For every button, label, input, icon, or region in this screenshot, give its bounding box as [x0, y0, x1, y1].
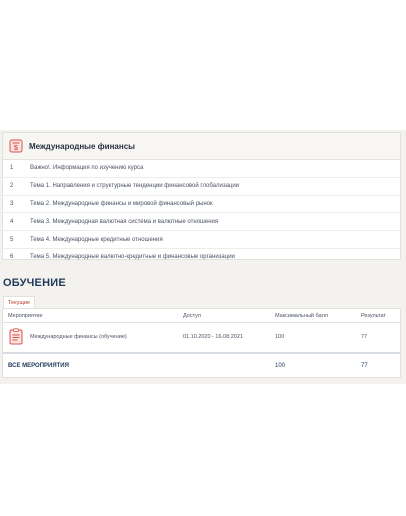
- column-header-access: Доступ: [183, 313, 201, 319]
- topic-item[interactable]: 2 Тема 1. Направления и структурные тенд…: [3, 178, 400, 196]
- svg-text:$: $: [14, 145, 18, 152]
- topic-number: 3: [10, 200, 14, 207]
- topic-link[interactable]: Тема 4. Международные кредитные отношени…: [24, 237, 163, 243]
- topic-link[interactable]: Тема 1. Направления и структурные тенден…: [24, 183, 239, 189]
- content-frame: $ Международные финансы 1 Важно!. Информ…: [0, 130, 406, 384]
- topic-item[interactable]: 3 Тема 2. Международные финансы и мирово…: [3, 196, 400, 214]
- course-title: Международные финансы: [29, 141, 135, 151]
- topic-link[interactable]: Тема 2. Международные финансы и мировой …: [24, 201, 213, 207]
- total-result: 77: [361, 363, 368, 369]
- total-label: ВСЕ МЕРОПРИЯТИЯ: [8, 363, 69, 369]
- course-card: $ Международные финансы 1 Важно!. Информ…: [2, 132, 401, 260]
- topic-item[interactable]: 4 Тема 3. Международная валютная система…: [3, 213, 400, 232]
- events-table: Мероприятие Доступ Максимальный балл Рез…: [2, 308, 401, 378]
- column-header-result: Результат: [361, 313, 387, 319]
- topic-link[interactable]: Тема 3. Международная валютная система и…: [24, 219, 218, 225]
- table-row[interactable]: Международные финансы (обучение) 01.10.2…: [3, 322, 400, 354]
- topic-item[interactable]: 6 Тема 5. Международные валютно-кредитны…: [3, 249, 400, 266]
- topic-item[interactable]: 5 Тема 4. Международные кредитные отноше…: [3, 231, 400, 249]
- course-header[interactable]: $ Международные финансы: [3, 133, 400, 160]
- clipboard-icon: [9, 328, 23, 345]
- column-header-max-score: Максимальный балл: [275, 313, 328, 319]
- result-value: 77: [361, 334, 368, 340]
- topic-link[interactable]: Важно!. Информация по изучению курса: [24, 165, 143, 171]
- topic-number: 5: [10, 236, 14, 243]
- topic-number: 2: [10, 183, 14, 190]
- topic-number: 6: [10, 254, 14, 261]
- table-total-row: ВСЕ МЕРОПРИЯТИЯ 100 77: [3, 354, 400, 378]
- topic-number: 1: [10, 165, 14, 172]
- topic-item[interactable]: 1 Важно!. Информация по изучению курса: [3, 160, 400, 178]
- dollar-document-icon: $: [9, 139, 23, 153]
- table-header: Мероприятие Доступ Максимальный балл Рез…: [3, 309, 400, 323]
- event-link[interactable]: Международные финансы (обучение): [30, 334, 127, 340]
- max-score-value: 100: [275, 334, 285, 340]
- topic-link[interactable]: Тема 5. Международные валютно-кредитные …: [24, 254, 235, 260]
- total-max-score: 100: [275, 363, 286, 369]
- section-title: ОБУЧЕНИЕ: [3, 277, 66, 289]
- topic-list: 1 Важно!. Информация по изучению курса 2…: [3, 160, 400, 266]
- access-period: 01.10.2020 - 16.08.2021: [183, 334, 243, 340]
- column-header-event: Мероприятие: [8, 313, 43, 319]
- topic-number: 4: [10, 218, 14, 225]
